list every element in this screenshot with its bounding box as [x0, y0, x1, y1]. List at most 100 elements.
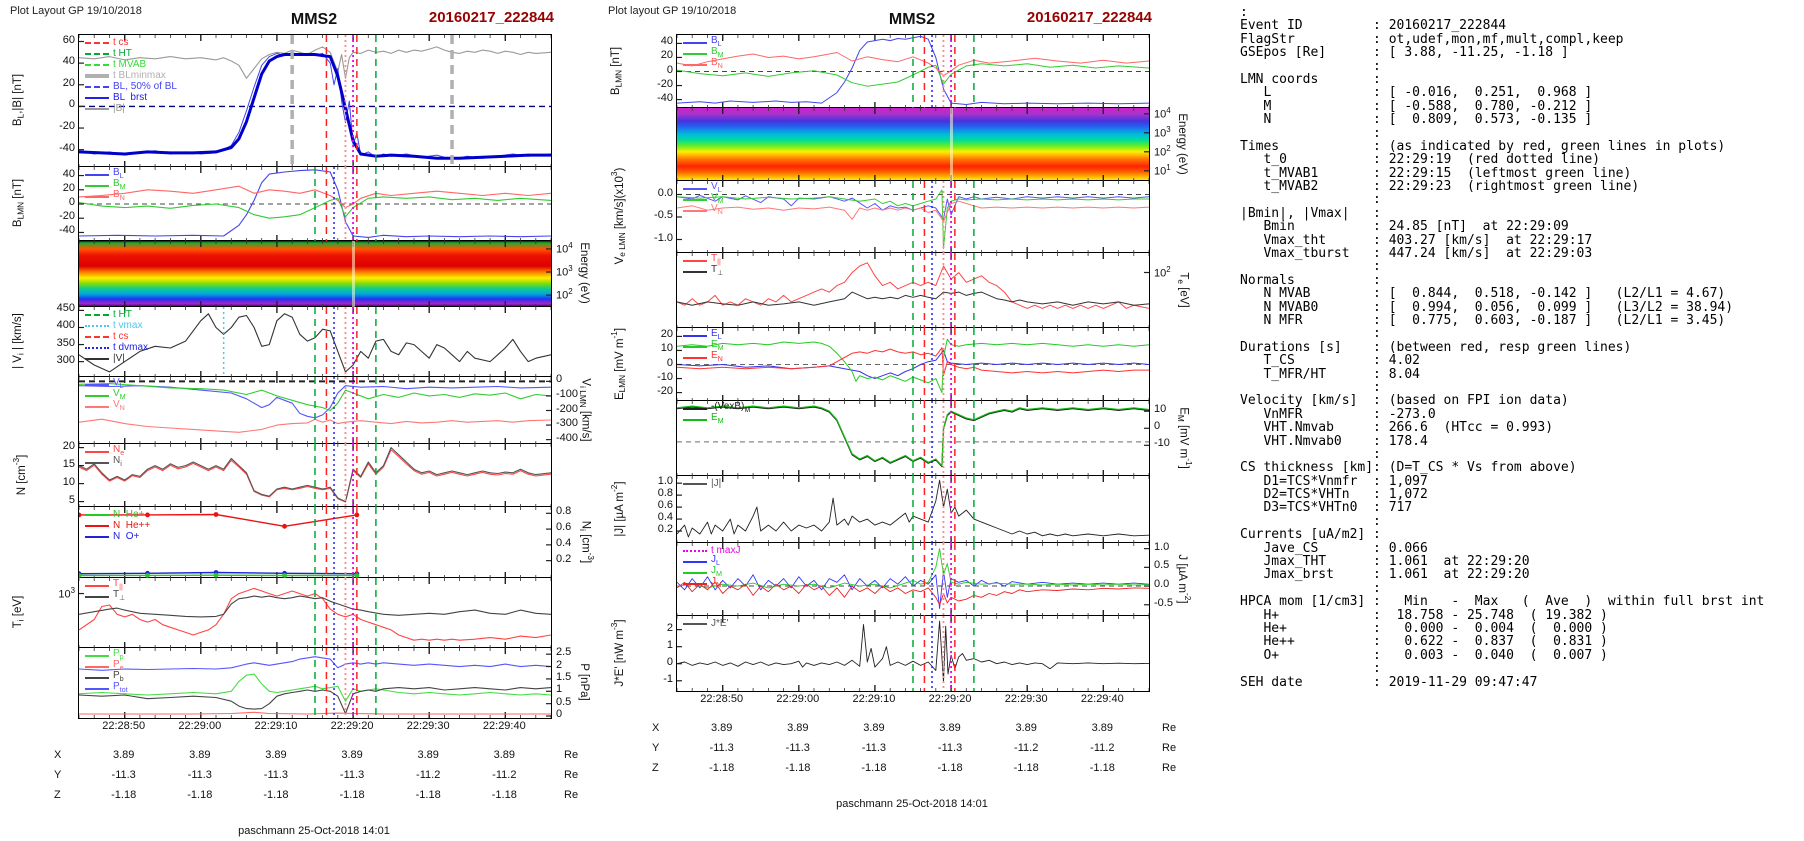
info-line: VHT.Nmvab : 266.6 (HTcc = 0.993) — [1240, 420, 1554, 436]
x-tick-label: 22:29:00 — [776, 693, 820, 705]
y-tick-label: -0.5 — [654, 209, 673, 221]
right-axis-area-jdote — [1150, 615, 1200, 690]
right-axis-area-minor-ions: Ni [cm-3] 0.8 0.6 0.4 0.2 — [552, 505, 602, 577]
legend-line-sample — [85, 524, 109, 527]
legend-line-sample — [85, 313, 109, 316]
y-tick-label: 0.8 — [657, 487, 673, 500]
right-tick-label: 1.0 — [1154, 540, 1170, 553]
right-axis-label: J [µA m-2] — [1176, 553, 1192, 604]
right-tick-label: 2.5 — [556, 646, 572, 659]
right-tick-label: 0 — [556, 373, 563, 386]
right-axis-label: Vi LMN [km/s] — [578, 377, 592, 442]
y-axis-area-e-lmn: ELMN [mV m-1] 20 10 0 -10 -20 — [606, 327, 676, 400]
y-tick-label: 40 — [62, 167, 75, 180]
right-axis-area-pressure: P [nPa] 2.5 2 1.5 1 0.5 0 — [552, 646, 602, 720]
legend-entry: |J| — [683, 478, 721, 489]
info-line: Velocity [km/s] : (based on FPI ion data… — [1240, 393, 1569, 409]
legend-label: N O+ — [113, 530, 140, 542]
y-axis-area-ti: Ti [eV] 103 — [8, 577, 78, 647]
info-line: HPCA mom [1/cm3] : Min - Max ( Ave ) wit… — [1240, 594, 1765, 610]
legend-entry: BL, 50% of BL — [85, 81, 177, 92]
ephemeris-value: -1.18 — [187, 789, 213, 801]
legend: BL BM BN — [85, 168, 126, 202]
right-axis-label: P [nPa] — [578, 663, 590, 701]
plot-area-j-lmn: t maxJ JL JM JN — [676, 542, 1150, 617]
ephemeris-value: 3.89 — [417, 749, 439, 761]
legend-line-sample — [85, 394, 109, 397]
info-line: H+ : 18.758 - 25.748 ( 19.382 ) — [1240, 607, 1608, 623]
legend-label: t dvmax — [113, 341, 149, 353]
ephemeris-row-label: Z — [54, 789, 61, 801]
plot-area-minor-ions: N He+ N He++ N O+ — [78, 506, 552, 579]
y-axis-area-vi-lmn — [8, 376, 78, 443]
panel-ti: Ti [eV] 103 T|| T⊥ — [8, 577, 600, 649]
legend-line-sample — [85, 687, 109, 690]
y-tick-label: -20 — [59, 210, 75, 223]
legend-label: BL brst — [113, 91, 148, 103]
right-tick-label: 103 — [1154, 124, 1171, 140]
y-tick-label: 20 — [62, 439, 75, 452]
legend-line-sample — [85, 535, 109, 538]
legend-entry: |B| — [85, 103, 177, 114]
ephemeris-value: -11.3 — [937, 742, 963, 754]
legend-line-sample — [683, 63, 707, 66]
legend-label: t HT — [113, 308, 132, 320]
panel-ion-spectrogram: Energy (eV) 104 103 102 — [8, 240, 600, 308]
legend-line-sample — [85, 676, 109, 679]
plot-area-ve-lmn: VL VM VN — [676, 180, 1150, 254]
info-line: Jmax_THT : 1.061 at 22:29:20 — [1240, 554, 1530, 570]
info-line: VHT.Nmvab0 : 178.4 — [1240, 433, 1428, 449]
x-tick-label: 22:29:20 — [928, 693, 972, 705]
event-id-label: 20160217_222844 — [428, 9, 554, 26]
info-line: O+ : 0.003 - 0.040 ( 0.007 ) — [1240, 647, 1608, 663]
y-tick-label: 0.2 — [657, 523, 673, 536]
panel-blmn: BLMN [nT] 40 20 0 -20 -40 BL BM BN — [8, 166, 600, 242]
legend-line-sample — [85, 63, 109, 66]
legend-label: VN — [711, 203, 723, 217]
legend-label: JN — [711, 576, 722, 590]
info-line: Jmax_brst : 1.061 at 22:29:20 — [1240, 567, 1530, 583]
legend-entry: T⊥ — [85, 590, 125, 602]
right-tick-label: -10 — [1154, 437, 1170, 450]
legend-line-sample — [683, 582, 707, 585]
info-line: Jave_CS : 0.066 — [1240, 540, 1428, 556]
legend: t cs t HT t MVAB t BLminmax BL, 50% of BL BL … — [85, 37, 177, 114]
y-axis-label: ELMN [mV m-1] — [610, 327, 628, 400]
y-tick-label: 10 — [660, 342, 673, 355]
legend-label: N He++ — [113, 519, 151, 531]
column-header: Plot layout GP 19/10/2018 MMS2 20160217_… — [606, 4, 1198, 34]
right-tick-label: 0.8 — [556, 505, 572, 518]
y-tick-label: 20 — [62, 181, 75, 194]
ephemeris-row-label: Z — [652, 762, 659, 774]
info-line: : — [1240, 125, 1381, 141]
ephemeris-value: -1.18 — [709, 762, 735, 774]
y-tick-label: 0 — [666, 655, 673, 668]
legend-entry: N O+ — [85, 531, 150, 542]
ephemeris-value: -1.18 — [785, 762, 811, 774]
y-tick-label: 0 — [68, 196, 75, 208]
legend: VL VM VN — [85, 378, 126, 412]
info-line: D2=TCS*VHTn : 1,072 — [1240, 487, 1428, 503]
right-tick-label: 102 — [556, 287, 573, 302]
legend-entry: t cs — [85, 37, 177, 48]
ephemeris-unit: Re — [564, 749, 579, 761]
y-axis-area-j-lmn — [606, 542, 676, 615]
ephemeris-value: 3.89 — [112, 749, 135, 761]
legend-label: Ptot — [113, 681, 128, 695]
legend-line-sample — [85, 96, 109, 99]
legend: VL VM VN — [683, 182, 724, 217]
ephemeris-value: -11.2 — [416, 769, 441, 781]
right-axis-label: EM [mV m-1] — [1176, 406, 1194, 469]
info-line: SEH date : 2019-11-29 09:47:47 — [1240, 674, 1538, 690]
right-tick-label: 101 — [1154, 162, 1171, 178]
plot-area-electron-spectrogram — [676, 107, 1150, 182]
info-line: FlagStr : ot,udef,mon,mf,mult,compl,keep — [1240, 31, 1624, 47]
ephemeris-value: -11.2 — [492, 769, 517, 781]
y-tick-label: -20 — [59, 120, 75, 133]
panel-stack: BLMN [nT] 40 20 0 -20 -40 BL BM BN Energy (eV) 104… — [606, 34, 1200, 692]
panel-density: N [cm-3] 20 15 10 5 Ne Ni — [8, 439, 600, 508]
legend-entry: VN — [683, 203, 724, 217]
info-line: D3=TCS*VHTn0 : 717 — [1240, 500, 1413, 516]
legend-entry: EM — [683, 413, 750, 425]
legend: |J| — [683, 478, 721, 489]
